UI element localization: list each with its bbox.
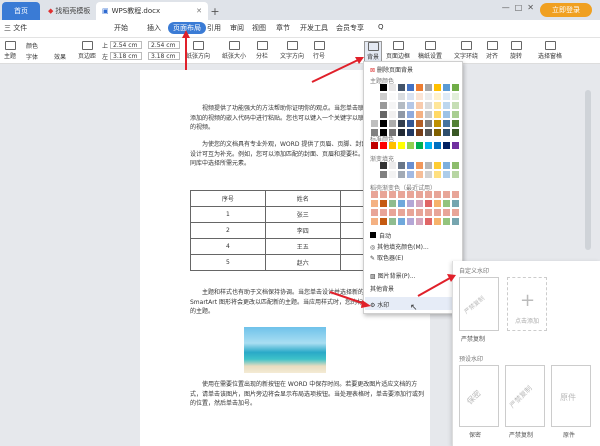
annotation-arrows	[182, 30, 456, 308]
annotation-arrow	[311, 57, 364, 83]
annotation-arrow	[417, 274, 456, 297]
annotation-arrow	[182, 30, 190, 70]
annotation-arrow	[329, 291, 371, 308]
